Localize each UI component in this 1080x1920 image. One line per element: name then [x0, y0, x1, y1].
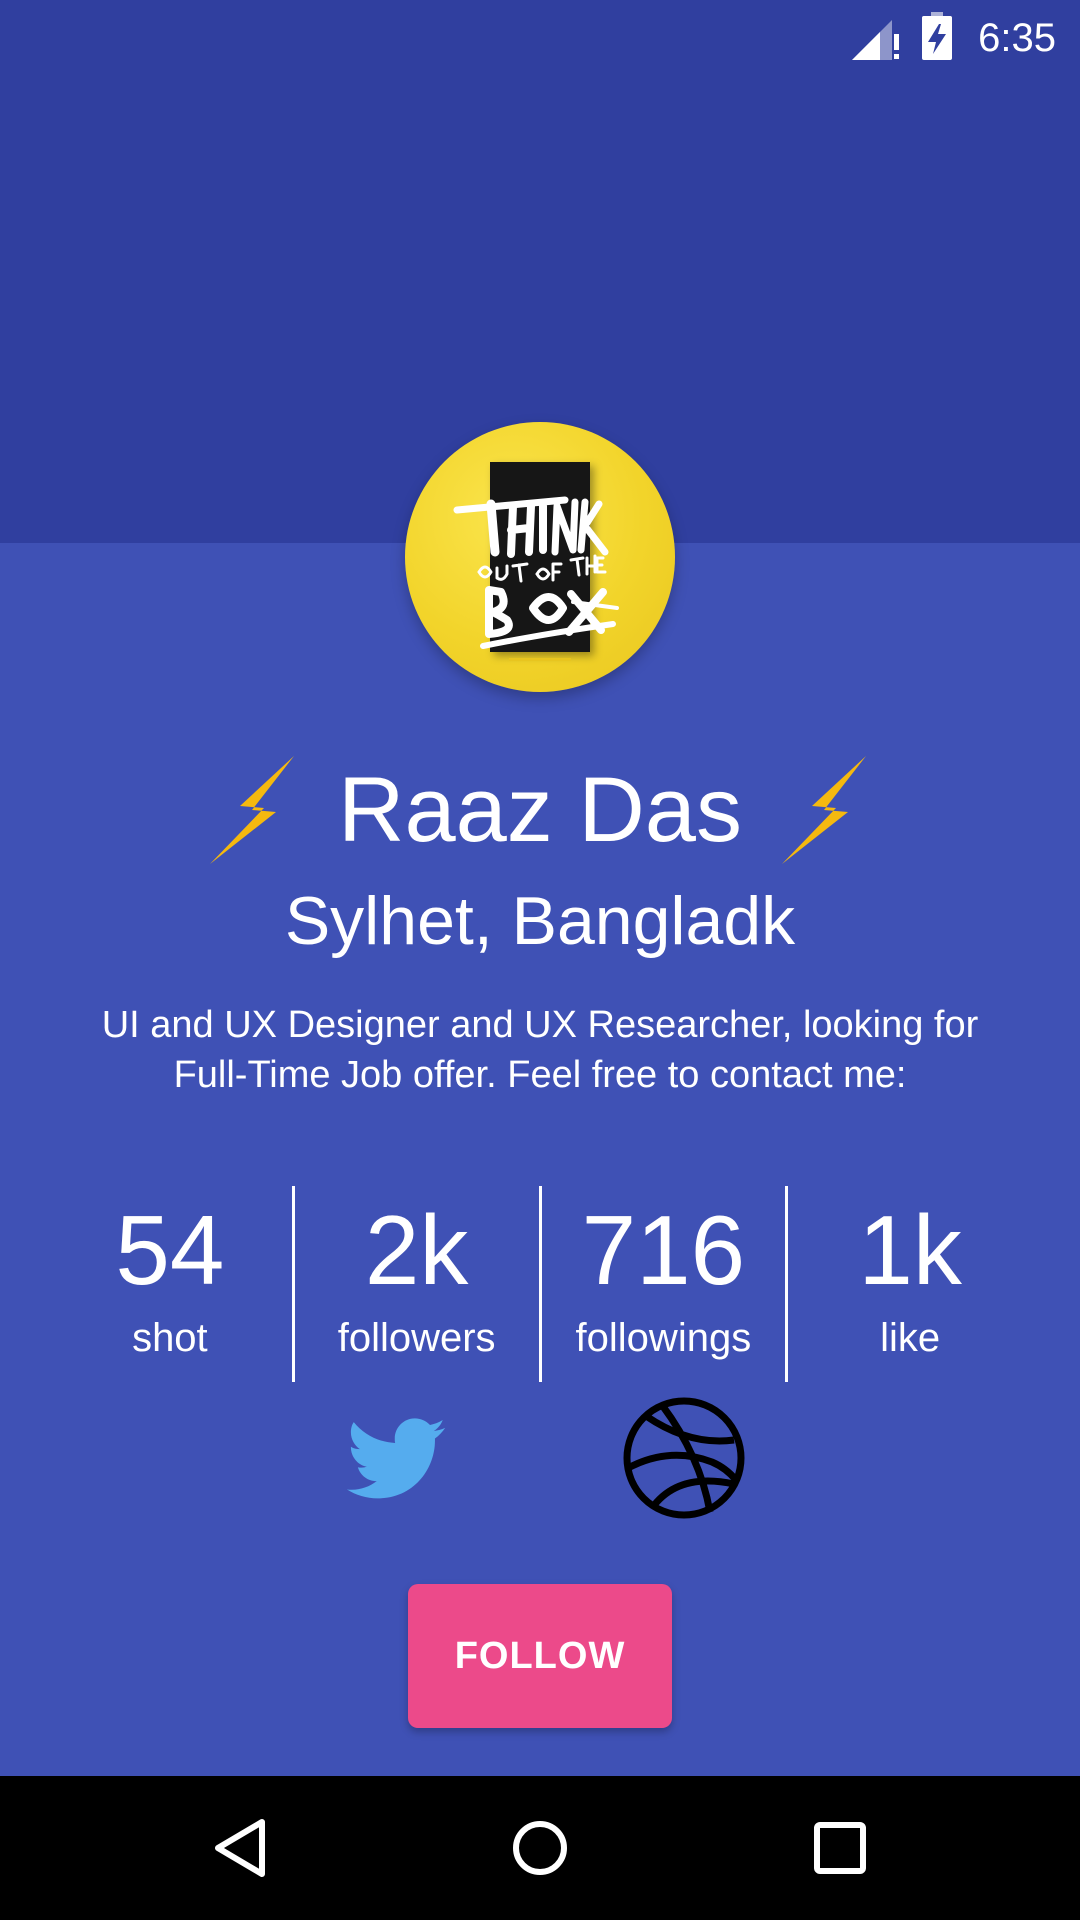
stat-value: 716 [581, 1195, 746, 1305]
stats-row: 54 shot 2k followers 716 followings 1k l… [48, 1186, 1032, 1382]
stat-label: followers [337, 1316, 496, 1360]
signal-no-data-icon [852, 20, 899, 60]
stat-followings[interactable]: 716 followings [542, 1186, 789, 1382]
name-row: Raaz Das [0, 745, 1080, 875]
profile-bio: UI and UX Designer and UX Researcher, lo… [101, 1004, 979, 1096]
stat-value: 54 [115, 1195, 225, 1305]
stat-label: followings [575, 1316, 752, 1360]
twitter-icon[interactable] [346, 1418, 446, 1500]
recents-icon[interactable] [812, 1820, 868, 1876]
navigation-bar [0, 1776, 1080, 1920]
status-time: 6:35 [978, 16, 1056, 60]
battery-charging-icon [922, 12, 952, 60]
stat-followers[interactable]: 2k followers [295, 1186, 542, 1382]
lightning-bolt-icon [781, 756, 866, 864]
back-icon[interactable] [210, 1818, 270, 1878]
profile-screen: 6:35 Raaz Das Sylhet, Bangladk UI and UX… [0, 0, 1080, 1920]
status-bar: 6:35 [0, 0, 1080, 78]
follow-button[interactable]: FOLLOW [408, 1584, 672, 1728]
stat-shot[interactable]: 54 shot [48, 1186, 295, 1382]
avatar[interactable] [405, 422, 675, 692]
stat-value: 2k [364, 1195, 469, 1305]
stat-label: shot [132, 1316, 208, 1360]
think-out-of-the-box-avatar [453, 496, 619, 661]
stat-label: like [880, 1316, 941, 1360]
profile-name: Raaz Das [338, 758, 742, 861]
stat-like[interactable]: 1k like [788, 1186, 1032, 1382]
lightning-bolt-icon [210, 756, 295, 864]
dribbble-icon[interactable] [622, 1396, 746, 1520]
profile-location: Sylhet, Bangladk [284, 883, 796, 959]
home-icon[interactable] [510, 1818, 570, 1878]
stat-value: 1k [858, 1195, 962, 1305]
